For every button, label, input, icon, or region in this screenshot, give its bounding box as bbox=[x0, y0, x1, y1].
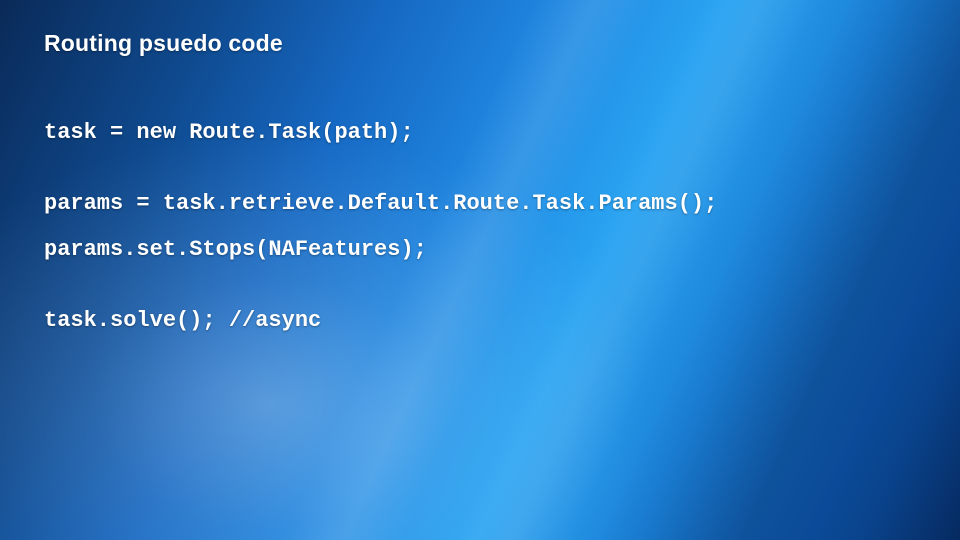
code-line-4: task.solve(); //async bbox=[44, 308, 717, 333]
code-block: task = new Route.Task(path); params = ta… bbox=[44, 120, 717, 333]
code-line-2: params = task.retrieve.Default.Route.Tas… bbox=[44, 191, 717, 216]
slide-title: Routing psuedo code bbox=[44, 30, 283, 57]
code-line-3: params.set.Stops(NAFeatures); bbox=[44, 237, 717, 262]
slide: Routing psuedo code task = new Route.Tas… bbox=[0, 0, 960, 540]
code-line-1: task = new Route.Task(path); bbox=[44, 120, 717, 145]
